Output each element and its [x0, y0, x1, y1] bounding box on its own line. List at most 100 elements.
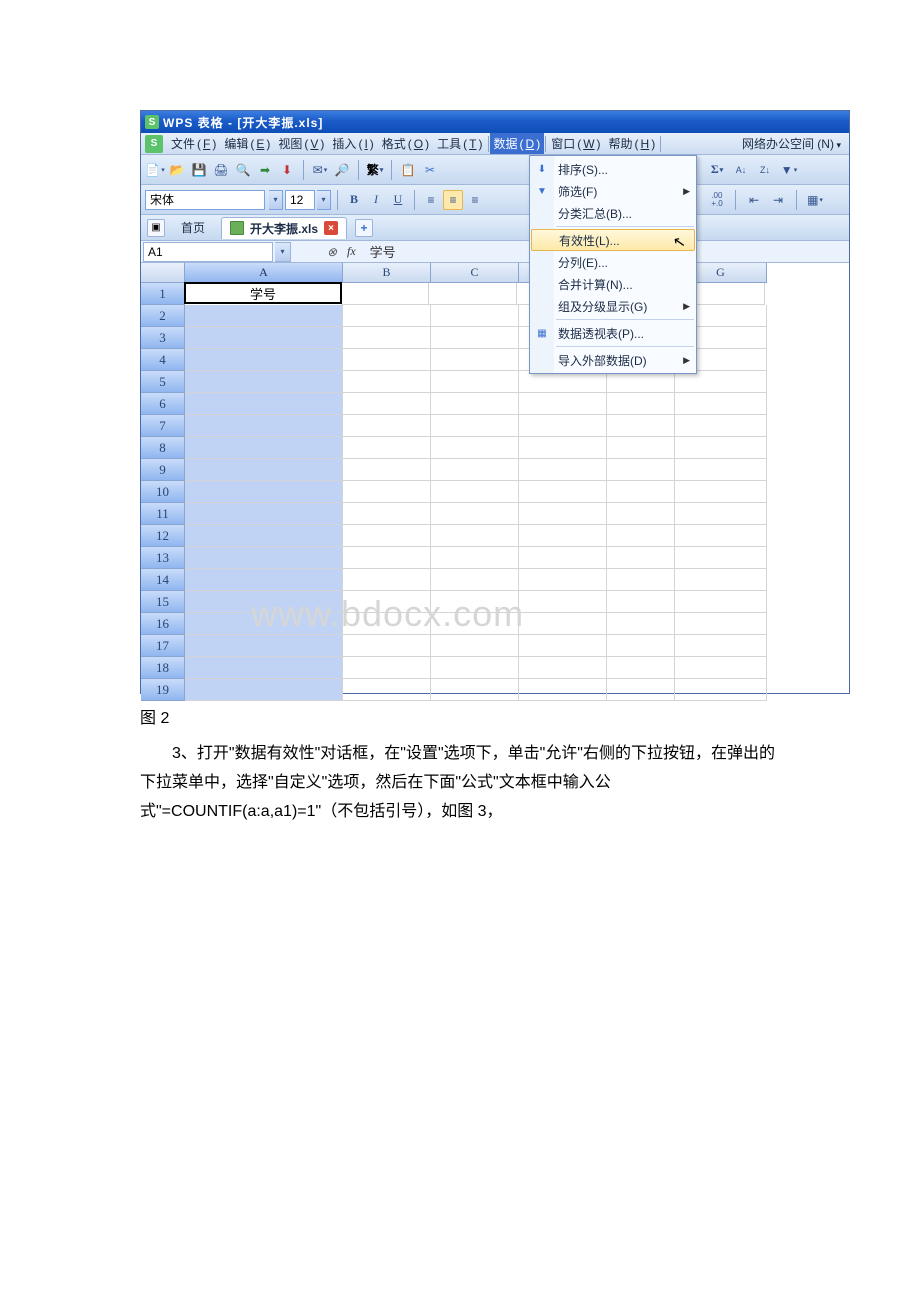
cell[interactable]: [185, 459, 343, 481]
cell[interactable]: [431, 613, 519, 635]
menu-item-group-outline[interactable]: 组及分级显示(G) ▶: [530, 295, 696, 317]
cell[interactable]: [675, 679, 767, 701]
cell[interactable]: [519, 613, 607, 635]
cell[interactable]: 学号: [184, 282, 342, 304]
fx-icon[interactable]: fx: [347, 244, 356, 259]
cell[interactable]: [343, 415, 431, 437]
cell[interactable]: [675, 613, 767, 635]
cell[interactable]: [431, 635, 519, 657]
cell[interactable]: [519, 657, 607, 679]
cell[interactable]: [431, 305, 519, 327]
new-tab-button[interactable]: +: [355, 219, 373, 237]
cell[interactable]: [675, 525, 767, 547]
sort-desc-button[interactable]: Z↓: [755, 160, 775, 180]
tab-active-document[interactable]: 开大李振.xls ×: [221, 217, 347, 239]
cell[interactable]: [431, 503, 519, 525]
cell[interactable]: [185, 635, 343, 657]
cell[interactable]: [431, 371, 519, 393]
cell[interactable]: [185, 679, 343, 701]
row-header[interactable]: 4: [141, 349, 185, 371]
taskpane-icon[interactable]: ▣: [147, 219, 165, 237]
forward-button[interactable]: ➡: [255, 160, 275, 180]
cell[interactable]: [343, 349, 431, 371]
cell[interactable]: [431, 349, 519, 371]
borders-button[interactable]: ▦: [805, 190, 825, 210]
name-box[interactable]: A1: [143, 242, 273, 262]
row-header[interactable]: 8: [141, 437, 185, 459]
menu-item-consolidate[interactable]: 合并计算(N)...: [530, 273, 696, 295]
indent-inc-button[interactable]: ⇥: [768, 190, 788, 210]
mail-button[interactable]: ✉: [310, 160, 330, 180]
menu-edit[interactable]: 编辑(E): [220, 133, 274, 154]
menu-file[interactable]: 文件(F): [167, 133, 220, 154]
cell[interactable]: [607, 635, 675, 657]
dropdown-arrow-icon[interactable]: ▾: [269, 190, 283, 210]
select-all-corner[interactable]: [141, 263, 185, 283]
cell[interactable]: [519, 459, 607, 481]
cell[interactable]: [431, 547, 519, 569]
menu-item-subtotal[interactable]: 分类汇总(B)...: [530, 202, 696, 224]
cell[interactable]: [185, 525, 343, 547]
font-family-select[interactable]: 宋体: [145, 190, 265, 210]
menu-item-pivot[interactable]: ▦ 数据透视表(P)...: [530, 322, 696, 344]
row-header[interactable]: 2: [141, 305, 185, 327]
cell[interactable]: [675, 371, 767, 393]
row-header[interactable]: 17: [141, 635, 185, 657]
row-header[interactable]: 19: [141, 679, 185, 701]
cell[interactable]: [607, 481, 675, 503]
row-header[interactable]: 15: [141, 591, 185, 613]
cell[interactable]: [519, 635, 607, 657]
cell[interactable]: [185, 591, 343, 613]
row-header[interactable]: 13: [141, 547, 185, 569]
align-right-button[interactable]: ≡: [465, 190, 485, 210]
cell[interactable]: [519, 569, 607, 591]
align-center-button[interactable]: ≡: [443, 190, 463, 210]
cancel-formula-icon[interactable]: ⊗: [321, 245, 343, 259]
cell[interactable]: [431, 569, 519, 591]
cell[interactable]: [343, 613, 431, 635]
wps-menu-button[interactable]: S: [145, 135, 163, 153]
decimal-fmt-button[interactable]: .00+.0: [707, 190, 727, 210]
row-header[interactable]: 3: [141, 327, 185, 349]
cell[interactable]: [343, 481, 431, 503]
cell[interactable]: [343, 503, 431, 525]
cell[interactable]: [431, 459, 519, 481]
cell[interactable]: [185, 503, 343, 525]
cell[interactable]: [185, 613, 343, 635]
cell[interactable]: [675, 591, 767, 613]
cell[interactable]: [343, 437, 431, 459]
cell[interactable]: [343, 525, 431, 547]
align-left-button[interactable]: ≡: [421, 190, 441, 210]
traditional-chinese-button[interactable]: 繁: [365, 160, 385, 180]
row-header[interactable]: 9: [141, 459, 185, 481]
menu-tools[interactable]: 工具(T): [433, 133, 486, 154]
cell[interactable]: [607, 613, 675, 635]
cell[interactable]: [431, 679, 519, 701]
row-header[interactable]: 7: [141, 415, 185, 437]
indent-dec-button[interactable]: ⇤: [744, 190, 764, 210]
cell[interactable]: [343, 305, 431, 327]
cell[interactable]: [607, 547, 675, 569]
cell[interactable]: [607, 591, 675, 613]
cell[interactable]: [675, 569, 767, 591]
cell[interactable]: [431, 591, 519, 613]
dropdown-arrow-icon[interactable]: ▾: [317, 190, 331, 210]
row-header[interactable]: 1: [141, 283, 185, 305]
cell[interactable]: [519, 525, 607, 547]
cell[interactable]: [675, 481, 767, 503]
cell[interactable]: [675, 503, 767, 525]
preview-button[interactable]: 🔎: [332, 160, 352, 180]
cell[interactable]: [185, 547, 343, 569]
cell[interactable]: [519, 679, 607, 701]
cell[interactable]: [185, 327, 343, 349]
cell[interactable]: [607, 393, 675, 415]
cell[interactable]: [343, 393, 431, 415]
cell[interactable]: [185, 393, 343, 415]
cell[interactable]: [675, 437, 767, 459]
close-tab-button[interactable]: ×: [324, 221, 338, 235]
autosum-button[interactable]: Σ: [707, 160, 727, 180]
cell[interactable]: [675, 415, 767, 437]
italic-button[interactable]: I: [366, 190, 386, 210]
cell[interactable]: [431, 525, 519, 547]
cell[interactable]: [185, 569, 343, 591]
